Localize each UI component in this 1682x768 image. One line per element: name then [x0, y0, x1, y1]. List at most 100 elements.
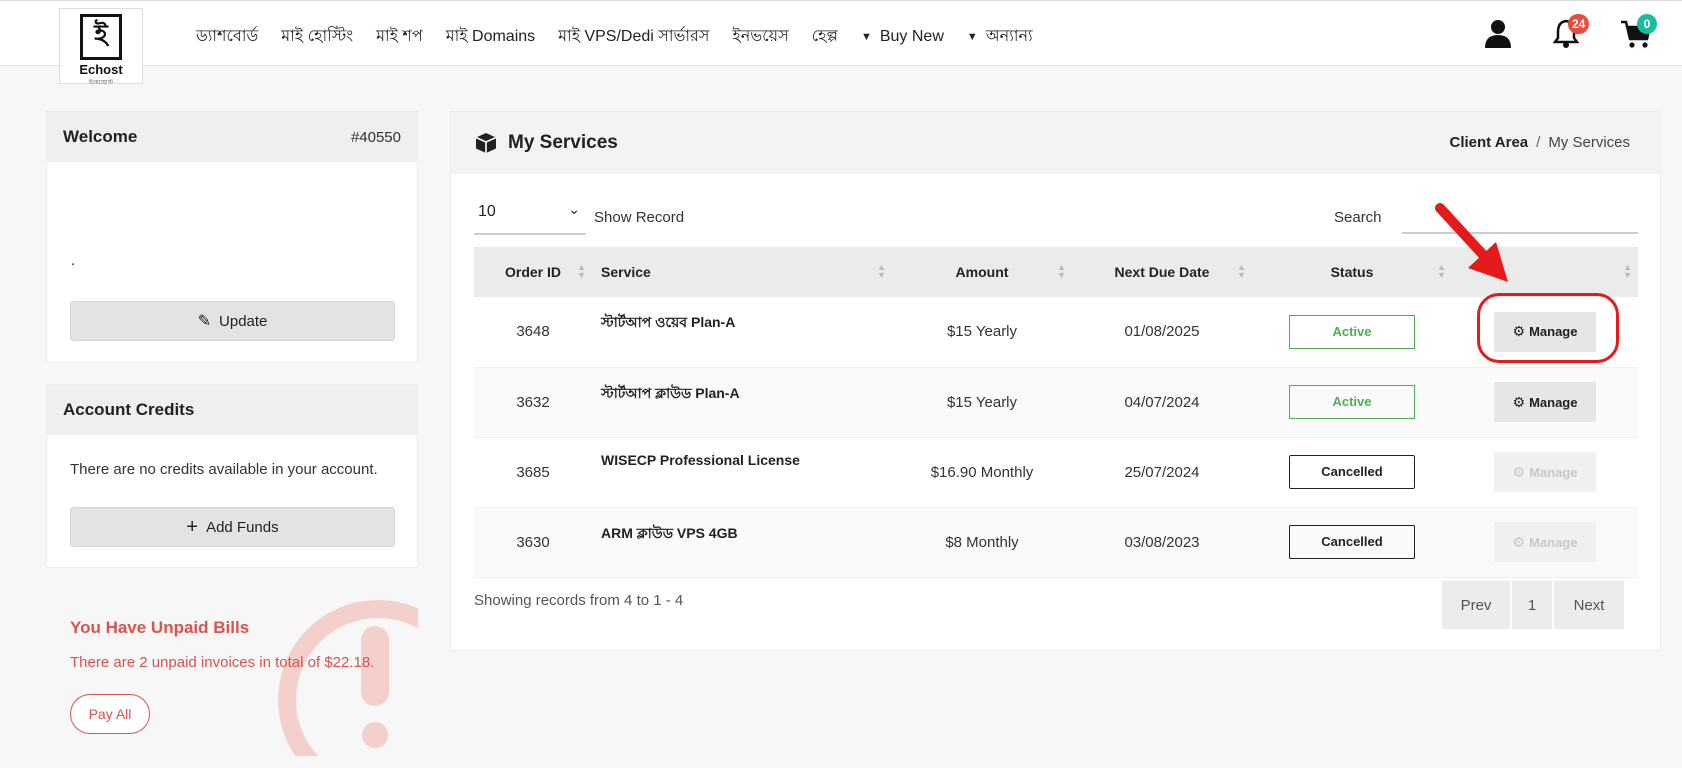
- red-arrow-icon: [1435, 203, 1508, 282]
- credits-text: There are no credits available in your a…: [70, 461, 378, 478]
- service-name[interactable]: স্টার্টআপ ওয়েব Plan-A: [592, 297, 892, 368]
- service-name[interactable]: স্টার্টআপ ক্লাউড Plan-A: [592, 367, 892, 438]
- next-due-date: 01/08/2025: [1072, 297, 1252, 368]
- page-title: My Services: [508, 132, 618, 153]
- status-badge: Active: [1289, 314, 1415, 349]
- sort-icon: ▲ ▼: [577, 262, 586, 280]
- next-page-button[interactable]: Next: [1554, 581, 1624, 629]
- status-badge: Cancelled: [1289, 525, 1415, 559]
- breadcrumb-current: My Services: [1548, 134, 1630, 151]
- welcome-card: Welcome #40550 . ✎ Update: [46, 111, 418, 363]
- status-cell: Active: [1252, 297, 1452, 368]
- manage-button-disabled: ⚙ Manage: [1494, 522, 1596, 562]
- brand-logo[interactable]: ই Echost ইকোহোস্ট: [59, 8, 143, 86]
- nav-buy-new[interactable]: ▼ Buy New: [861, 28, 944, 46]
- page-1-button[interactable]: 1: [1512, 581, 1552, 629]
- logo-mark: ই: [80, 14, 122, 60]
- col-service[interactable]: Service ▲ ▼: [592, 247, 892, 297]
- highlight-circle: [1477, 293, 1619, 363]
- records-summary: Showing records from 4 to 1 - 4: [474, 592, 684, 609]
- nav-my-hosting[interactable]: মাই হোস্টিং: [281, 23, 353, 50]
- amount: $15 Yearly: [892, 297, 1072, 368]
- nav-buy-new-label: Buy New: [879, 27, 944, 45]
- amount: $8 Monthly: [892, 507, 1072, 578]
- nav-others-label: অন্যান্য: [985, 28, 1033, 45]
- col-status-label: Status: [1330, 264, 1374, 280]
- add-funds-button[interactable]: + Add Funds: [70, 507, 395, 547]
- nav-my-vps[interactable]: মাই VPS/Dedi সার্ভারস: [558, 23, 709, 50]
- manage-label: Manage: [1529, 394, 1578, 410]
- account-credits-title: Account Credits: [63, 400, 195, 419]
- page-size-value: 10: [478, 203, 496, 220]
- caret-down-icon: ▼: [966, 30, 978, 43]
- prev-page-button[interactable]: Prev: [1442, 581, 1510, 629]
- unpaid-title: You Have Unpaid Bills: [70, 618, 250, 637]
- sort-icon: ▲ ▼: [877, 262, 886, 280]
- next-due-date: 25/07/2024: [1072, 437, 1252, 508]
- sort-icon: ▲ ▼: [1057, 262, 1066, 280]
- table-row: 3632 স্টার্টআপ ক্লাউড Plan-A $15 Yearly …: [474, 367, 1638, 438]
- welcome-title: Welcome: [63, 127, 138, 146]
- order-id: 3685: [474, 437, 592, 508]
- breadcrumb-client-area[interactable]: Client Area: [1450, 134, 1529, 151]
- nav-dashboard[interactable]: ড্যাশবোর্ড: [196, 23, 258, 50]
- status-cell: Active: [1252, 367, 1452, 438]
- nav-invoices[interactable]: ইনভয়েস: [732, 23, 788, 50]
- manage-label: Manage: [1529, 534, 1578, 550]
- warning-circle-icon: [278, 600, 418, 756]
- client-id: #40550: [350, 128, 401, 146]
- pay-all-button[interactable]: Pay All: [70, 694, 150, 734]
- actions-cell: ⚙ Manage: [1452, 507, 1638, 578]
- amount: $15 Yearly: [892, 367, 1072, 438]
- caret-down-icon: ▼: [860, 30, 872, 43]
- account-credits-header: Account Credits: [47, 385, 417, 435]
- sort-icon: ▲ ▼: [1623, 262, 1632, 280]
- welcome-card-header: Welcome #40550: [47, 112, 417, 162]
- panel-header: My Services Client Area / My Services: [451, 112, 1660, 174]
- sort-icon: ▲ ▼: [1237, 262, 1246, 280]
- plus-icon: +: [186, 515, 199, 538]
- amount: $16.90 Monthly: [892, 437, 1072, 508]
- next-due-date: 03/08/2023: [1072, 507, 1252, 578]
- add-funds-label: Add Funds: [206, 518, 279, 536]
- breadcrumb: Client Area / My Services: [1450, 134, 1631, 151]
- col-status[interactable]: Status ▲ ▼: [1252, 247, 1452, 297]
- logo-mark-glyph: ই: [94, 20, 108, 50]
- table-row: 3630 ARM ক্লাউড VPS 4GB $8 Monthly 03/08…: [474, 507, 1638, 578]
- services-table: Order ID ▲ ▼ Service ▲ ▼ Amount ▲ ▼ Next Due D…: [474, 247, 1638, 578]
- status-badge: Active: [1289, 385, 1415, 419]
- nav-my-domains[interactable]: মাই Domains: [446, 23, 535, 50]
- brand-name: Echost: [79, 62, 123, 77]
- col-amount[interactable]: Amount ▲ ▼: [892, 247, 1072, 297]
- service-name[interactable]: ARM ক্লাউড VPS 4GB: [592, 507, 892, 578]
- nav-help[interactable]: হেল্প: [812, 23, 838, 50]
- notification-count-badge: 24: [1568, 14, 1590, 34]
- main-nav: ড্যাশবোর্ড মাই হোস্টিং মাই শপ মাই Domain…: [196, 23, 1056, 50]
- status-cell: Cancelled: [1252, 437, 1452, 508]
- user-icon[interactable]: [1484, 19, 1512, 49]
- col-order-id[interactable]: Order ID ▲ ▼: [474, 247, 592, 297]
- nav-my-shop[interactable]: মাই শপ: [376, 23, 423, 50]
- manage-button[interactable]: ⚙ Manage: [1494, 382, 1596, 422]
- table-row: 3685 WISECP Professional License $16.90 …: [474, 437, 1638, 508]
- welcome-body: .: [71, 252, 76, 269]
- nav-others[interactable]: ▼ অন্যান্য: [967, 23, 1033, 50]
- order-id: 3630: [474, 507, 592, 578]
- show-record-label: Show Record: [594, 209, 685, 226]
- status-badge: Cancelled: [1289, 455, 1415, 489]
- col-next-due-date[interactable]: Next Due Date ▲ ▼: [1072, 247, 1252, 297]
- gear-icon: ⚙: [1512, 533, 1526, 550]
- brand-tagline: ইকোহোস্ট: [88, 80, 114, 86]
- actions-cell: ⚙ Manage: [1452, 367, 1638, 438]
- page-size-select[interactable]: 10 ⌄: [474, 195, 586, 235]
- top-navbar: ড্যাশবোর্ড মাই হোস্টিং মাই শপ মাই Domain…: [0, 0, 1682, 66]
- search-label: Search: [1334, 209, 1382, 226]
- service-name[interactable]: WISECP Professional License: [592, 437, 892, 508]
- update-button-label: Update: [219, 312, 268, 330]
- col-amount-label: Amount: [955, 264, 1009, 280]
- my-services-panel: My Services Client Area / My Services 10 ⌄…: [450, 111, 1661, 651]
- col-next-due-date-label: Next Due Date: [1114, 264, 1210, 280]
- status-cell: Cancelled: [1252, 507, 1452, 578]
- actions-cell: ⚙ Manage: [1452, 437, 1638, 508]
- update-button[interactable]: ✎ Update: [70, 301, 395, 341]
